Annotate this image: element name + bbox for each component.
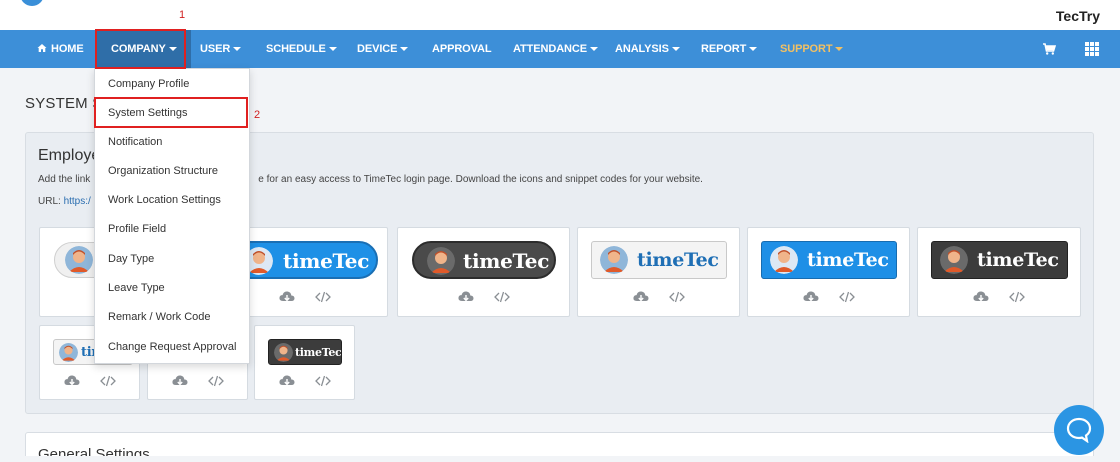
avatar-icon: [600, 246, 628, 274]
chevron-down-icon: [835, 47, 844, 52]
nav-analysis-label: ANALYSIS: [615, 43, 669, 55]
nav-device[interactable]: DEVICE: [357, 30, 409, 68]
cloud-download-icon[interactable]: [458, 290, 474, 304]
code-icon[interactable]: [208, 374, 224, 388]
chat-icon: [1066, 417, 1092, 443]
chevron-down-icon: [233, 47, 242, 52]
badge-wordmark: timeTec: [637, 249, 719, 271]
avatar-icon: [770, 246, 798, 274]
code-icon[interactable]: [839, 290, 855, 304]
badge-card: timeTec: [254, 325, 355, 400]
nav-support[interactable]: SUPPORT: [780, 30, 844, 68]
code-icon[interactable]: [494, 290, 510, 304]
badge-wordmark: timeTec: [283, 249, 370, 273]
chevron-down-icon: [589, 47, 598, 52]
avatar-icon: [65, 246, 93, 274]
nav-approval-label: APPROVAL: [432, 43, 492, 55]
avatar-icon: [427, 247, 455, 275]
badge-card: timeTec: [228, 227, 388, 317]
cloud-download-icon[interactable]: [973, 290, 989, 304]
menu-item-notification[interactable]: Notification: [95, 128, 249, 157]
nav-support-label: SUPPORT: [780, 43, 833, 55]
annotation-step-1: 1: [179, 9, 186, 21]
nav-home-label: HOME: [51, 43, 84, 55]
badge-card: timeTec: [397, 227, 570, 317]
nav-report-label: REPORT: [701, 43, 747, 55]
chevron-down-icon: [671, 47, 680, 52]
code-icon[interactable]: [315, 290, 331, 304]
code-icon[interactable]: [315, 374, 331, 388]
menu-item-change-request-approval[interactable]: Change Request Approval: [95, 333, 249, 362]
nav-device-label: DEVICE: [357, 43, 398, 55]
cloud-download-icon[interactable]: [172, 374, 188, 388]
badge-card: timeTec: [577, 227, 740, 317]
menu-item-profile-field[interactable]: Profile Field: [95, 215, 249, 244]
annotation-step-2: 2: [254, 109, 261, 121]
avatar-icon: [274, 343, 293, 362]
badge-blue-square: timeTec: [761, 241, 897, 279]
logo[interactable]: [20, 0, 44, 6]
badge-light-square: timeTec: [591, 241, 727, 279]
cloud-download-icon[interactable]: [803, 290, 819, 304]
cloud-download-icon[interactable]: [64, 374, 80, 388]
panel-description-end: e for an easy access to TimeTec login pa…: [258, 174, 703, 185]
panel-description-start: Add the link: [38, 174, 91, 185]
footer-strip: [0, 456, 1120, 462]
top-bar: TecTry: [0, 0, 1120, 30]
badge-wordmark: timeTec: [977, 249, 1059, 271]
nav-approval[interactable]: APPROVAL: [432, 30, 492, 68]
badge-dark-square: timeTec: [931, 241, 1068, 279]
code-icon[interactable]: [1009, 290, 1025, 304]
chevron-down-icon: [328, 47, 337, 52]
nav-attendance[interactable]: ATTENDANCE: [513, 30, 598, 68]
code-icon[interactable]: [100, 374, 116, 388]
nav-home[interactable]: HOME: [37, 30, 84, 68]
menu-item-day-type[interactable]: Day Type: [95, 245, 249, 274]
badge-wordmark: timeTec: [463, 249, 550, 273]
home-icon: [37, 44, 47, 52]
chevron-down-icon: [749, 47, 758, 52]
menu-item-work-location-settings[interactable]: Work Location Settings: [95, 186, 249, 215]
nav-schedule[interactable]: SCHEDULE: [266, 30, 337, 68]
badge-dark-round: timeTec: [412, 241, 556, 279]
cloud-download-icon[interactable]: [633, 290, 649, 304]
badge-wordmark: timeTec: [807, 249, 889, 271]
cloud-download-icon[interactable]: [279, 374, 295, 388]
panel-url: URL: https:/: [38, 196, 91, 207]
nav-user-label: USER: [200, 43, 231, 55]
menu-item-company-profile[interactable]: Company Profile: [95, 70, 249, 99]
highlight-system-settings: [94, 97, 248, 128]
chat-button[interactable]: [1054, 405, 1104, 455]
user-name[interactable]: TecTry: [1056, 8, 1100, 24]
nav-user[interactable]: USER: [200, 30, 242, 68]
badge-blue-round: timeTec: [229, 241, 378, 279]
badge-card: timeTec: [917, 227, 1081, 317]
avatar-icon: [940, 246, 968, 274]
menu-item-leave-type[interactable]: Leave Type: [95, 274, 249, 303]
nav-analysis[interactable]: ANALYSIS: [615, 30, 680, 68]
code-icon[interactable]: [669, 290, 685, 304]
page-title: SYSTEM S: [25, 95, 103, 112]
chevron-down-icon: [400, 47, 409, 52]
menu-item-remark-work-code[interactable]: Remark / Work Code: [95, 303, 249, 332]
apps-grid-icon[interactable]: [1085, 42, 1099, 56]
badge-card: timeTec: [747, 227, 910, 317]
menu-item-organization-structure[interactable]: Organization Structure: [95, 157, 249, 186]
panel-title: Employe: [38, 147, 101, 164]
cart-icon[interactable]: [1042, 42, 1056, 56]
badge-dark-small: timeTec: [268, 339, 342, 365]
badge-wordmark: timeTec: [295, 346, 342, 359]
url-link[interactable]: https:/: [64, 196, 91, 207]
url-label: URL:: [38, 196, 64, 207]
highlight-company: [95, 29, 186, 69]
cloud-download-icon[interactable]: [279, 290, 295, 304]
avatar-icon: [59, 343, 78, 362]
nav-report[interactable]: REPORT: [701, 30, 758, 68]
nav-attendance-label: ATTENDANCE: [513, 43, 587, 55]
nav-schedule-label: SCHEDULE: [266, 43, 326, 55]
